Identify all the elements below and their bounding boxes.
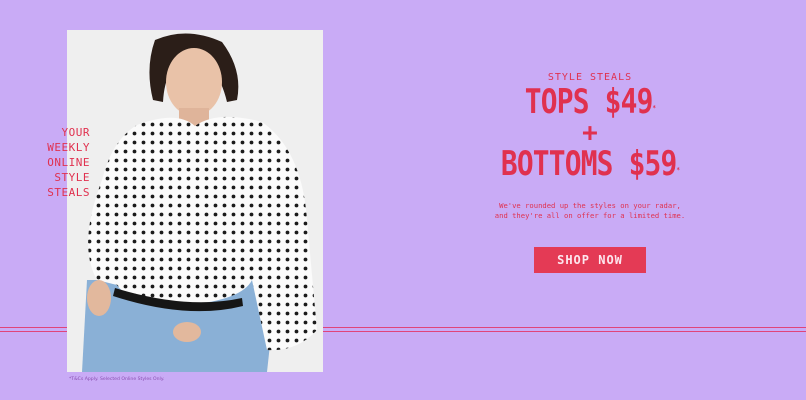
weekly-steals-tagline: YOUR WEEKLY ONLINE STYLE STEALS (30, 125, 90, 200)
model-polka-dot-shirt-image (67, 30, 323, 372)
tops-price-headline: TOPS $49* (492, 83, 689, 121)
tagline-line: WEEKLY (47, 141, 90, 154)
bottoms-asterisk: * (676, 166, 680, 174)
promo-block: STYLE STEALS TOPS $49* + BOTTOMS $59* We… (470, 72, 710, 273)
tagline-line: STYLE (54, 171, 90, 184)
terms-fineprint: *T&Cs Apply. Selected Online Styles Only… (69, 377, 165, 382)
copy-line: and they're all on offer for a limited t… (494, 211, 686, 220)
copy-line: We've rounded up the styles on your rada… (499, 201, 681, 210)
bottoms-price-text: BOTTOMS $59 (500, 144, 677, 184)
promo-copy: We've rounded up the styles on your rada… (470, 201, 710, 221)
plus-sign: + (582, 118, 598, 148)
tops-price-text: TOPS $49 (524, 82, 654, 122)
bottoms-price-headline: BOTTOMS $59* (492, 145, 689, 183)
tagline-line: YOUR (61, 126, 90, 139)
tagline-line: STEALS (47, 186, 90, 199)
model-photo[interactable] (67, 30, 323, 372)
tagline-line: ONLINE (47, 156, 90, 169)
tops-asterisk: * (652, 104, 657, 112)
shop-now-button[interactable]: SHOP NOW (534, 247, 646, 273)
